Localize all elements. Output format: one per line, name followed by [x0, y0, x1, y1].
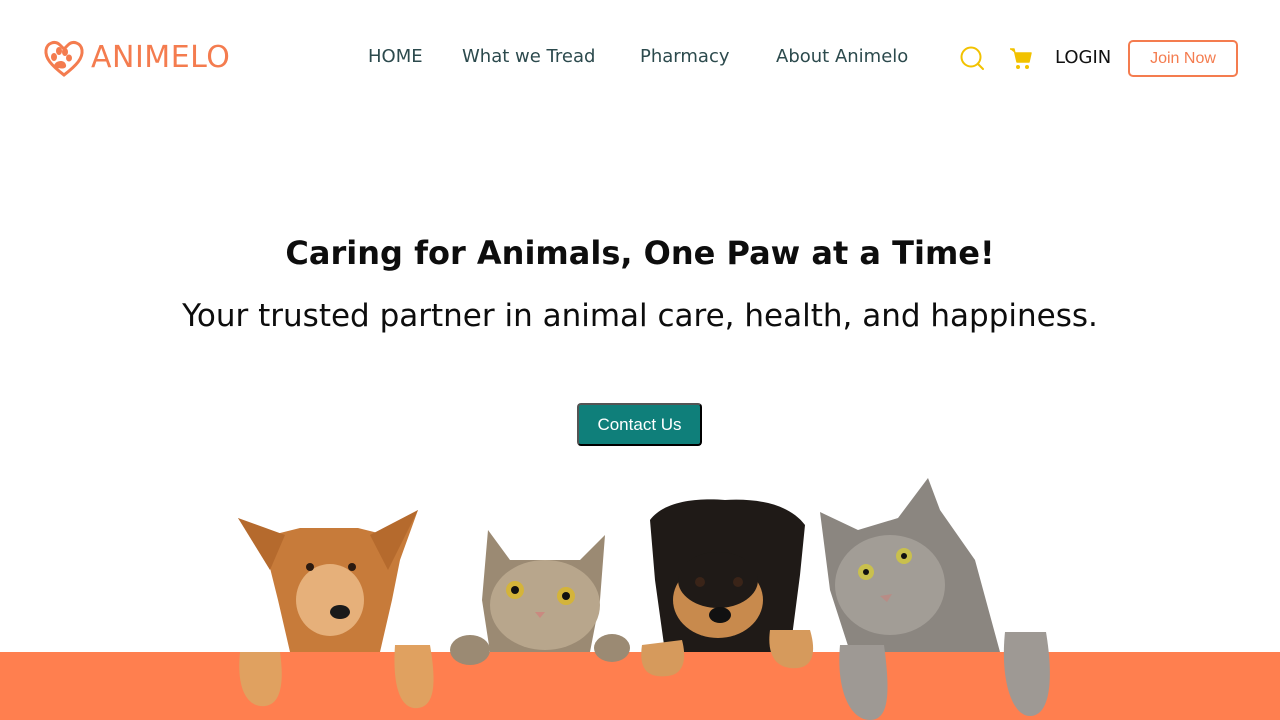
nav-item-home[interactable]: HOME [368, 45, 423, 69]
cart-button[interactable] [1008, 46, 1034, 72]
nav-item-what-we-tread[interactable]: What we Tread [462, 45, 595, 69]
grey-cat-image [820, 478, 1050, 720]
search-button[interactable] [959, 45, 985, 71]
nav-item-about[interactable]: About Animelo [776, 45, 908, 69]
hero-subtitle: Your trusted partner in animal care, hea… [182, 298, 1098, 334]
hero-title: Caring for Animals, One Paw at a Time! [285, 234, 995, 272]
contact-us-button[interactable]: Contact Us [577, 403, 702, 446]
paw-heart-icon [44, 41, 84, 77]
pets-peeking-image [238, 478, 1050, 720]
site-header: ANIMELO HOME What we Tread Pharmacy Abou… [0, 0, 1280, 116]
login-link[interactable]: LOGIN [1055, 46, 1111, 70]
black-puppy-image [641, 499, 814, 677]
join-now-button[interactable]: Join Now [1128, 40, 1238, 77]
brand-name: ANIMELO [91, 40, 231, 75]
nav-item-pharmacy[interactable]: Pharmacy [640, 45, 730, 69]
tabby-cat-image [450, 530, 630, 665]
tan-dog-image [238, 510, 434, 709]
search-icon [960, 46, 984, 70]
cart-icon [1010, 48, 1032, 69]
brand-logo[interactable]: ANIMELO [43, 38, 230, 78]
